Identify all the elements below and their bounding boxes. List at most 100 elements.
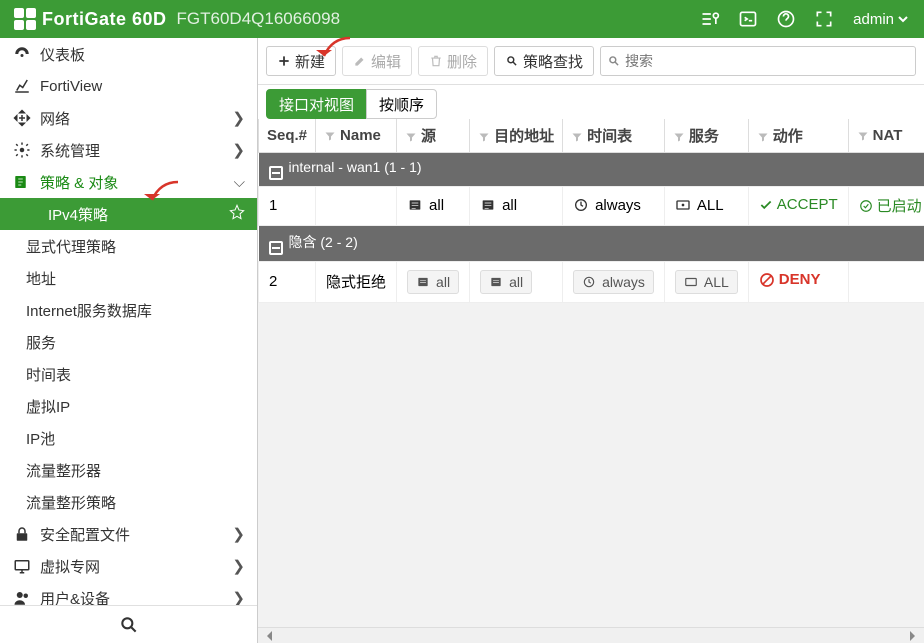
cell-name: 隐式拒绝 [316,261,397,302]
label: 服务 [26,332,56,353]
sidebar-sub-isdb[interactable]: Internet服务数据库 [0,294,257,326]
clock-icon [573,197,589,213]
group-row[interactable]: internal - wan1 (1 - 1) [259,153,924,187]
star-icon[interactable] [229,204,245,224]
table-row[interactable]: 1 all all always ALL ACCEPT 已启动 [259,187,924,226]
col-dst[interactable]: 目的地址 [470,119,563,153]
cell-sched: always [563,187,665,226]
horizontal-scrollbar[interactable] [258,627,924,643]
filter-icon[interactable] [673,131,685,143]
sidebar-search-button[interactable] [0,605,257,643]
toolbar: 新建 编辑 删除 策略查找 [258,38,924,85]
cell-action: ACCEPT [748,187,848,226]
plus-icon [277,54,291,68]
sidebar-sub-ipv4-policy[interactable]: IPv4策略 [0,198,257,230]
col-nat[interactable]: NAT [848,119,924,153]
col-src[interactable]: 源 [397,119,470,153]
cell-name [316,187,397,226]
label: 编辑 [371,51,401,72]
gauge-icon [12,45,32,63]
cell-src: all [397,187,470,226]
user-icon [12,589,32,605]
chevron-right-icon: ❯ [232,525,245,543]
check-icon [759,198,773,212]
help-icon[interactable] [771,4,801,34]
label: 系统管理 [40,140,100,161]
chevron-down-icon [898,14,908,24]
top-bar: FortiGate 60D FGT60D4Q16066098 admin [0,0,924,38]
service-icon [684,275,698,289]
search-box[interactable] [600,46,916,76]
sidebar-item-policy[interactable]: 策略 & 对象 ⌵ [0,166,257,198]
address-icon [480,197,496,213]
group-row[interactable]: 隐含 (2 - 2) [259,225,924,261]
filter-icon[interactable] [857,130,869,142]
sidebar-item-network[interactable]: 网络 ❯ [0,102,257,134]
edit-button[interactable]: 编辑 [342,46,412,76]
filter-icon[interactable] [571,131,583,143]
tab-pair-view[interactable]: 接口对视图 [266,89,367,119]
cell-dst: all [470,187,563,226]
clock-icon [582,275,596,289]
sidebar-sub-shaper[interactable]: 流量整形器 [0,454,257,486]
filter-icon[interactable] [405,131,417,143]
label: 策略查找 [523,51,583,72]
sidebar-sub-schedule[interactable]: 时间表 [0,358,257,390]
label: 新建 [295,51,325,72]
sidebar-item-dashboard[interactable]: 仪表板 [0,38,257,70]
label: 按顺序 [379,94,424,115]
sidebar-sub-shaping-policy[interactable]: 流量整形策略 [0,486,257,518]
chevron-right-icon: ❯ [232,141,245,159]
sidebar-sub-service[interactable]: 服务 [0,326,257,358]
filter-icon[interactable] [478,131,490,143]
sidebar-item-fortiview[interactable]: FortiView [0,70,257,102]
admin-menu[interactable]: admin [853,11,908,28]
label: 仪表板 [40,44,85,65]
col-sched[interactable]: 时间表 [563,119,665,153]
table-row[interactable]: 2 隐式拒绝 all all always ALL DENY [259,261,924,302]
check-circle-icon [859,199,873,213]
sidebar-item-users[interactable]: 用户&设备 ❯ [0,582,257,605]
fullscreen-icon[interactable] [809,4,839,34]
sidebar-sub-address[interactable]: 地址 [0,262,257,294]
product-title: FortiGate 60D [42,9,167,30]
cell-dst: all [470,261,563,302]
policy-search-button[interactable]: 策略查找 [494,46,594,76]
filter-icon[interactable] [757,131,769,143]
sidebar-item-system[interactable]: 系统管理 ❯ [0,134,257,166]
sidebar-sub-ippool[interactable]: IP池 [0,422,257,454]
cell-action: DENY [748,261,848,302]
cli-icon[interactable] [733,4,763,34]
label: 删除 [447,51,477,72]
collapse-icon[interactable] [269,166,283,180]
filter-icon[interactable] [324,130,336,142]
chevron-down-icon: ⌵ [234,174,245,191]
col-svc[interactable]: 服务 [664,119,748,153]
cell-svc: ALL [664,261,748,302]
collapse-icon[interactable] [269,241,283,255]
label: 接口对视图 [279,94,354,115]
search-icon [607,54,621,68]
sidebar-item-security-profile[interactable]: 安全配置文件 ❯ [0,518,257,550]
create-button[interactable]: 新建 [266,46,336,76]
label: 虚拟专网 [40,556,100,577]
monitor-icon [12,557,32,575]
sidebar-item-vpn[interactable]: 虚拟专网 ❯ [0,550,257,582]
serial-number: FGT60D4Q16066098 [177,9,341,29]
address-icon [489,275,503,289]
label: 网络 [40,108,70,129]
cell-seq: 1 [259,187,316,226]
delete-button[interactable]: 删除 [418,46,488,76]
sidebar-sub-proxy-policy[interactable]: 显式代理策略 [0,230,257,262]
search-input[interactable] [625,53,909,69]
table-header-row: Seq.# Name 源 目的地址 时间表 服务 动作 NAT 安全 [259,119,924,153]
col-action[interactable]: 动作 [748,119,848,153]
chevron-right-icon: ❯ [232,557,245,575]
col-name[interactable]: Name [316,119,397,153]
col-seq[interactable]: Seq.# [259,119,316,153]
wizard-icon[interactable] [695,4,725,34]
logo-icon [14,8,36,30]
sidebar-sub-vip[interactable]: 虚拟IP [0,390,257,422]
admin-label: admin [853,11,894,28]
tab-sequence[interactable]: 按顺序 [366,89,437,119]
